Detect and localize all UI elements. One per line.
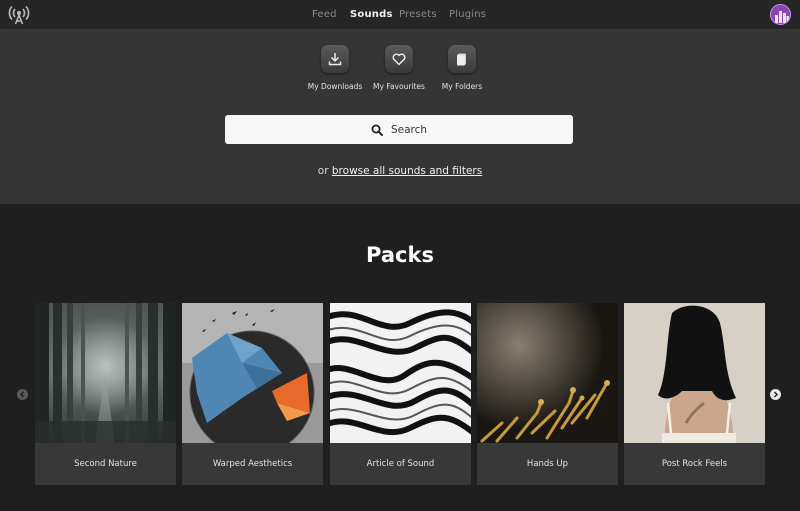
chevron-right-icon: [774, 391, 778, 398]
pack-cover-image: [35, 303, 176, 443]
browse-prefix: or: [317, 165, 329, 177]
download-icon: [321, 45, 349, 73]
my-downloads-button[interactable]: My Downloads: [300, 45, 370, 91]
pack-card[interactable]: Post Rock Feels: [624, 303, 765, 485]
nav-item-feed[interactable]: Feed: [312, 9, 337, 20]
nav-item-sounds[interactable]: Sounds: [350, 9, 393, 20]
nav-item-presets[interactable]: Presets: [399, 9, 437, 20]
pack-card[interactable]: Warped Aesthetics: [182, 303, 323, 485]
chevron-left-icon: [20, 391, 24, 398]
pack-cover-image: [330, 303, 471, 443]
sounds-hero: My Downloads My Favourites My Folders Se…: [0, 29, 800, 204]
user-avatar[interactable]: [770, 4, 791, 25]
search-label: Search: [390, 123, 428, 136]
pack-card[interactable]: Second Nature: [35, 303, 176, 485]
pack-card[interactable]: Article of Sound: [330, 303, 471, 485]
pack-title: Warped Aesthetics: [182, 443, 323, 485]
pack-title: Second Nature: [35, 443, 176, 485]
carousel-next-button[interactable]: [770, 389, 781, 400]
my-favourites-label: My Favourites: [373, 82, 425, 91]
heart-icon: [385, 45, 413, 73]
search-icon: [371, 124, 383, 136]
pack-title: Article of Sound: [330, 443, 471, 485]
top-nav-bar: Feed Sounds Presets Plugins: [0, 0, 800, 29]
pack-card[interactable]: Hands Up: [477, 303, 618, 485]
my-folders-label: My Folders: [441, 82, 483, 91]
browse-line: or browse all sounds and filters: [0, 165, 800, 177]
pack-cover-image: [477, 303, 618, 443]
carousel-prev-button[interactable]: [17, 389, 28, 400]
browse-all-sounds-link[interactable]: browse all sounds and filters: [332, 165, 482, 177]
pack-title: Hands Up: [477, 443, 618, 485]
pack-cover-image: [624, 303, 765, 443]
folder-icon: [448, 45, 476, 73]
packs-heading: Packs: [366, 243, 434, 267]
pack-title: Post Rock Feels: [624, 443, 765, 485]
search-bar[interactable]: Search: [225, 115, 573, 144]
nav-item-plugins[interactable]: Plugins: [449, 9, 486, 20]
pack-cover-image: [182, 303, 323, 443]
main-nav: Feed Sounds Presets Plugins: [0, 0, 800, 29]
my-downloads-label: My Downloads: [307, 82, 363, 91]
my-folders-button[interactable]: My Folders: [427, 45, 497, 91]
my-favourites-button[interactable]: My Favourites: [364, 45, 434, 91]
